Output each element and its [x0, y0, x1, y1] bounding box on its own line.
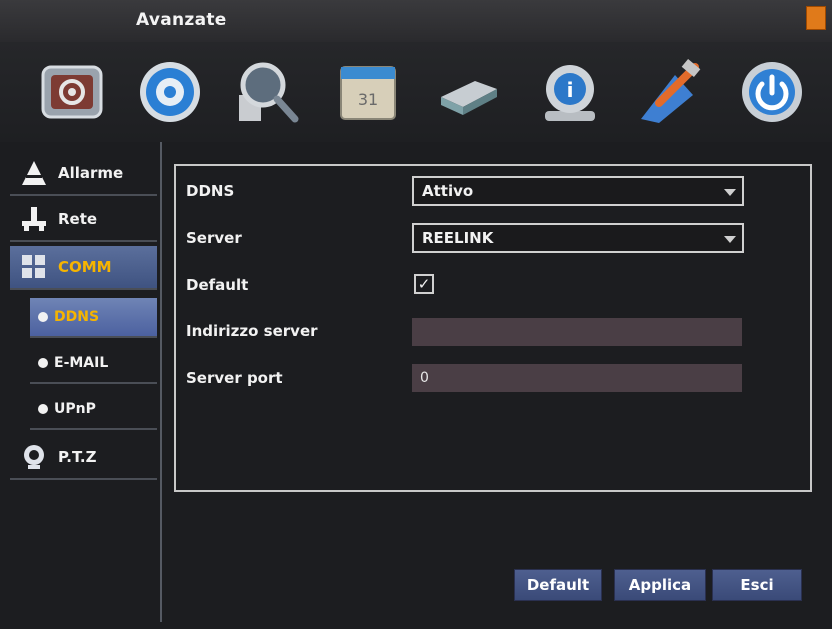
apply-button[interactable]: Applica [614, 569, 706, 601]
sidebar-item-ptz[interactable]: P.T.Z [10, 436, 157, 480]
record-icon[interactable] [134, 56, 206, 128]
tools-icon[interactable] [634, 56, 706, 128]
chevron-down-icon [724, 236, 736, 243]
server-address-input[interactable] [412, 318, 742, 346]
sidebar-item-rete[interactable]: Rete [10, 198, 157, 242]
comm-icon [18, 251, 50, 283]
server-select[interactable]: REELINK [412, 223, 744, 253]
sidebar-item-label: UPnP [54, 401, 96, 417]
search-icon[interactable] [232, 56, 304, 128]
sidebar-item-upnp[interactable]: UPnP [30, 390, 157, 430]
bullet-icon [38, 358, 48, 368]
ptz-icon [18, 441, 50, 473]
close-button[interactable] [806, 6, 826, 30]
svg-text:i: i [567, 78, 574, 102]
sidebar: Allarme Rete COMM DDNS E-MAIL UPnP P.T.Z [10, 142, 162, 622]
power-icon[interactable] [736, 56, 808, 128]
sidebar-item-comm[interactable]: COMM [10, 246, 157, 290]
default-button[interactable]: Default [514, 569, 602, 601]
sidebar-item-ddns[interactable]: DDNS [30, 298, 157, 338]
sidebar-item-label: E-MAIL [54, 355, 109, 371]
server-value: REELINK [422, 229, 494, 247]
sidebar-item-label: Allarme [58, 164, 124, 182]
ddns-value: Attivo [422, 182, 474, 200]
sidebar-item-label: COMM [58, 258, 112, 276]
bullet-icon [38, 404, 48, 414]
sidebar-item-email[interactable]: E-MAIL [30, 344, 157, 384]
system-settings-icon[interactable] [36, 56, 108, 128]
hdd-icon[interactable] [432, 56, 504, 128]
server-label: Server [186, 229, 242, 247]
server-address-label: Indirizzo server [186, 322, 318, 340]
server-port-label: Server port [186, 369, 283, 387]
sidebar-item-label: Rete [58, 210, 98, 228]
sidebar-item-label: DDNS [54, 309, 100, 325]
svg-text:31: 31 [358, 90, 378, 109]
schedule-icon[interactable]: 31 [332, 56, 404, 128]
ddns-settings-panel: DDNS Attivo Server REELINK Default ✓ Ind… [174, 164, 812, 492]
checkmark-icon: ✓ [417, 275, 431, 293]
server-port-input[interactable]: 0 [412, 364, 742, 392]
bullet-icon [38, 312, 48, 322]
default-label: Default [186, 276, 249, 294]
alarm-icon [18, 157, 50, 189]
main-toolbar: 31 i [0, 42, 832, 142]
default-checkbox[interactable]: ✓ [414, 274, 434, 294]
sidebar-item-label: P.T.Z [58, 448, 97, 466]
exit-button[interactable]: Esci [712, 569, 802, 601]
info-icon[interactable]: i [534, 56, 606, 128]
network-icon [18, 203, 50, 235]
ddns-label: DDNS [186, 182, 235, 200]
sidebar-item-allarme[interactable]: Allarme [10, 152, 157, 196]
ddns-select[interactable]: Attivo [412, 176, 744, 206]
title-bar: Avanzate [0, 0, 832, 43]
window-title: Avanzate [136, 10, 227, 30]
chevron-down-icon [724, 189, 736, 196]
